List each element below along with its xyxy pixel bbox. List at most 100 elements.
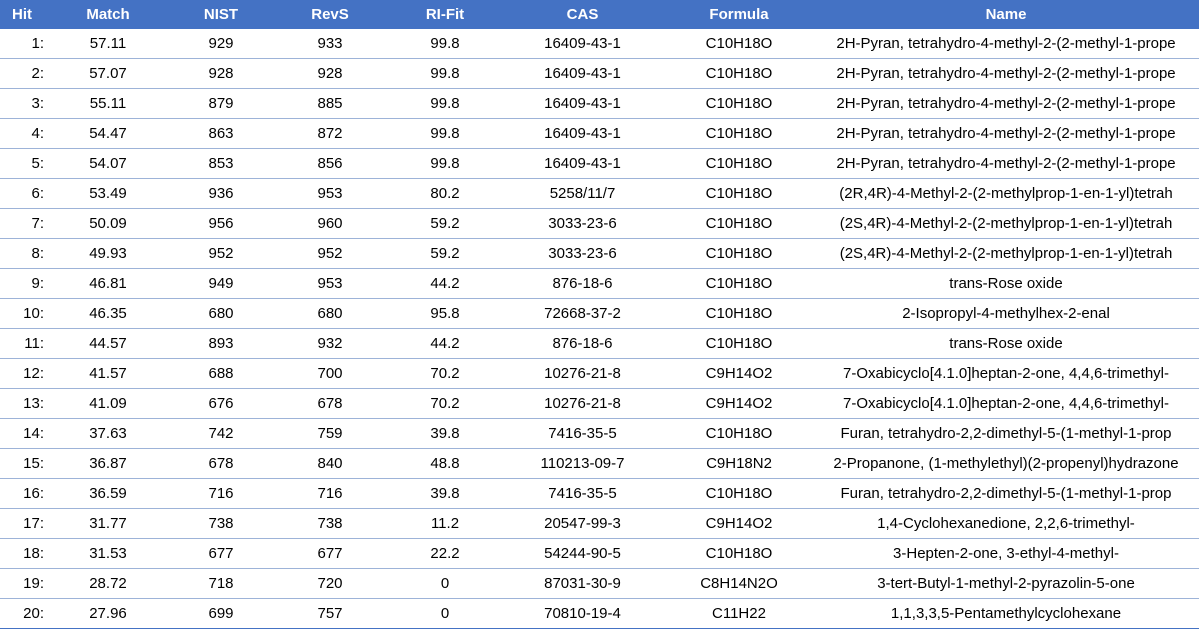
- cell-nist: 677: [172, 538, 270, 569]
- column-header-match[interactable]: Match: [44, 0, 172, 29]
- cell-hit: 10:: [0, 298, 44, 329]
- table-row[interactable]: 10: 46.35 680 680 95.8 72668-37-2 C10H18O 2-Iso…: [0, 298, 1199, 329]
- table-row[interactable]: 17: 31.77 738 738 11.2 20547-99-3 C9H14O2 1,4-C…: [0, 508, 1199, 539]
- table-row[interactable]: 2: 57.07 928 928 99.8 16409-43-1 C10H18O 2H-Pyr…: [0, 58, 1199, 89]
- cell-revs: 700: [270, 358, 390, 389]
- table-row[interactable]: 20: 27.96 699 757 0 70810-19-4 C11H22 1,1,3,3,5…: [0, 598, 1199, 629]
- cell-cas: 16409-43-1: [500, 29, 665, 59]
- column-header-name[interactable]: Name: [813, 0, 1199, 29]
- cell-ri-fit: 99.8: [390, 148, 500, 179]
- cell-formula: C9H14O2: [665, 388, 813, 419]
- column-header-formula[interactable]: Formula: [665, 0, 813, 29]
- cell-ri-fit: 99.8: [390, 58, 500, 89]
- cell-match: 41.09: [44, 388, 172, 419]
- cell-match: 55.11: [44, 88, 172, 119]
- cell-formula: C10H18O: [665, 118, 813, 149]
- cell-formula: C8H14N2O: [665, 568, 813, 599]
- cell-cas: 3033-23-6: [500, 208, 665, 239]
- cell-ri-fit: 44.2: [390, 328, 500, 359]
- cell-nist: 680: [172, 298, 270, 329]
- cell-nist: 879: [172, 88, 270, 119]
- table-row[interactable]: 4: 54.47 863 872 99.8 16409-43-1 C10H18O 2H-Pyr…: [0, 118, 1199, 149]
- table-body: 1: 57.11 929 933 99.8 16409-43-1 C10H18O 2H-Pyr…: [0, 29, 1199, 629]
- cell-nist: 716: [172, 478, 270, 509]
- cell-formula: C9H14O2: [665, 508, 813, 539]
- cell-revs: 759: [270, 418, 390, 449]
- cell-match: 49.93: [44, 238, 172, 269]
- cell-revs: 933: [270, 29, 390, 59]
- column-header-cas[interactable]: CAS: [500, 0, 665, 29]
- cell-hit: 17:: [0, 508, 44, 539]
- table-row[interactable]: 15: 36.87 678 840 48.8 110213-09-7 C9H18N2 2-Pr…: [0, 448, 1199, 479]
- cell-formula: C9H18N2: [665, 448, 813, 479]
- cell-match: 31.53: [44, 538, 172, 569]
- cell-match: 36.59: [44, 478, 172, 509]
- cell-hit: 2:: [0, 58, 44, 89]
- cell-formula: C10H18O: [665, 478, 813, 509]
- cell-hit: 9:: [0, 268, 44, 299]
- cell-revs: 678: [270, 388, 390, 419]
- cell-nist: 688: [172, 358, 270, 389]
- cell-match: 31.77: [44, 508, 172, 539]
- column-header-revs[interactable]: RevS: [270, 0, 390, 29]
- table-row[interactable]: 11: 44.57 893 932 44.2 876-18-6 C10H18O trans-R…: [0, 328, 1199, 359]
- cell-formula: C10H18O: [665, 29, 813, 59]
- cell-cas: 5258/11/7: [500, 178, 665, 209]
- cell-name: 7-Oxabicyclo[4.1.0]heptan-2-one, 4,4,6-t…: [813, 388, 1199, 419]
- cell-nist: 738: [172, 508, 270, 539]
- cell-name: 1,1,3,3,5-Pentamethylcyclohexane: [813, 598, 1199, 629]
- cell-nist: 956: [172, 208, 270, 239]
- cell-ri-fit: 39.8: [390, 478, 500, 509]
- cell-cas: 72668-37-2: [500, 298, 665, 329]
- table-row[interactable]: 18: 31.53 677 677 22.2 54244-90-5 C10H18O 3-Hep…: [0, 538, 1199, 569]
- cell-formula: C10H18O: [665, 148, 813, 179]
- cell-name: 7-Oxabicyclo[4.1.0]heptan-2-one, 4,4,6-t…: [813, 358, 1199, 389]
- cell-revs: 928: [270, 58, 390, 89]
- table-row[interactable]: 19: 28.72 718 720 0 87031-30-9 C8H14N2O 3-tert-…: [0, 568, 1199, 599]
- cell-ri-fit: 99.8: [390, 88, 500, 119]
- cell-revs: 856: [270, 148, 390, 179]
- cell-formula: C10H18O: [665, 328, 813, 359]
- column-header-nist[interactable]: NIST: [172, 0, 270, 29]
- table-row[interactable]: 9: 46.81 949 953 44.2 876-18-6 C10H18O trans-Ro…: [0, 268, 1199, 299]
- column-header-hit[interactable]: Hit: [0, 0, 44, 29]
- cell-nist: 952: [172, 238, 270, 269]
- cell-name: 3-Hepten-2-one, 3-ethyl-4-methyl-: [813, 538, 1199, 569]
- cell-revs: 953: [270, 178, 390, 209]
- cell-formula: C10H18O: [665, 58, 813, 89]
- cell-hit: 16:: [0, 478, 44, 509]
- cell-formula: C10H18O: [665, 238, 813, 269]
- cell-hit: 18:: [0, 538, 44, 569]
- cell-name: Furan, tetrahydro-2,2-dimethyl-5-(1-meth…: [813, 478, 1199, 509]
- cell-match: 36.87: [44, 448, 172, 479]
- cell-nist: 853: [172, 148, 270, 179]
- cell-match: 27.96: [44, 598, 172, 629]
- cell-match: 54.07: [44, 148, 172, 179]
- cell-nist: 863: [172, 118, 270, 149]
- cell-formula: C10H18O: [665, 88, 813, 119]
- cell-cas: 7416-35-5: [500, 478, 665, 509]
- table-row[interactable]: 7: 50.09 956 960 59.2 3033-23-6 C10H18O (2S,4R)…: [0, 208, 1199, 239]
- cell-ri-fit: 0: [390, 568, 500, 599]
- cell-ri-fit: 39.8: [390, 418, 500, 449]
- cell-nist: 699: [172, 598, 270, 629]
- cell-ri-fit: 80.2: [390, 178, 500, 209]
- cell-ri-fit: 70.2: [390, 388, 500, 419]
- column-header-ri-fit[interactable]: RI-Fit: [390, 0, 500, 29]
- table-row[interactable]: 8: 49.93 952 952 59.2 3033-23-6 C10H18O (2S,4R)…: [0, 238, 1199, 269]
- table-row[interactable]: 3: 55.11 879 885 99.8 16409-43-1 C10H18O 2H-Pyr…: [0, 88, 1199, 119]
- cell-nist: 893: [172, 328, 270, 359]
- table-row[interactable]: 6: 53.49 936 953 80.2 5258/11/7 C10H18O (2R,4R)…: [0, 178, 1199, 209]
- cell-name: (2R,4R)-4-Methyl-2-(2-methylprop-1-en-1-…: [813, 178, 1199, 209]
- cell-revs: 885: [270, 88, 390, 119]
- cell-hit: 4:: [0, 118, 44, 149]
- cell-name: 2H-Pyran, tetrahydro-4-methyl-2-(2-methy…: [813, 118, 1199, 149]
- cell-name: Furan, tetrahydro-2,2-dimethyl-5-(1-meth…: [813, 418, 1199, 449]
- table-row[interactable]: 13: 41.09 676 678 70.2 10276-21-8 C9H14O2 7-Oxa…: [0, 388, 1199, 419]
- table-row[interactable]: 12: 41.57 688 700 70.2 10276-21-8 C9H14O2 7-Oxa…: [0, 358, 1199, 389]
- table-row[interactable]: 14: 37.63 742 759 39.8 7416-35-5 C10H18O Furan,…: [0, 418, 1199, 449]
- table-row[interactable]: 5: 54.07 853 856 99.8 16409-43-1 C10H18O 2H-Pyr…: [0, 148, 1199, 179]
- table-row[interactable]: 1: 57.11 929 933 99.8 16409-43-1 C10H18O 2H-Pyr…: [0, 29, 1199, 59]
- table-header-row: Hit Match NIST RevS RI-Fit CAS Formula N…: [0, 0, 1199, 29]
- table-row[interactable]: 16: 36.59 716 716 39.8 7416-35-5 C10H18O Furan,…: [0, 478, 1199, 509]
